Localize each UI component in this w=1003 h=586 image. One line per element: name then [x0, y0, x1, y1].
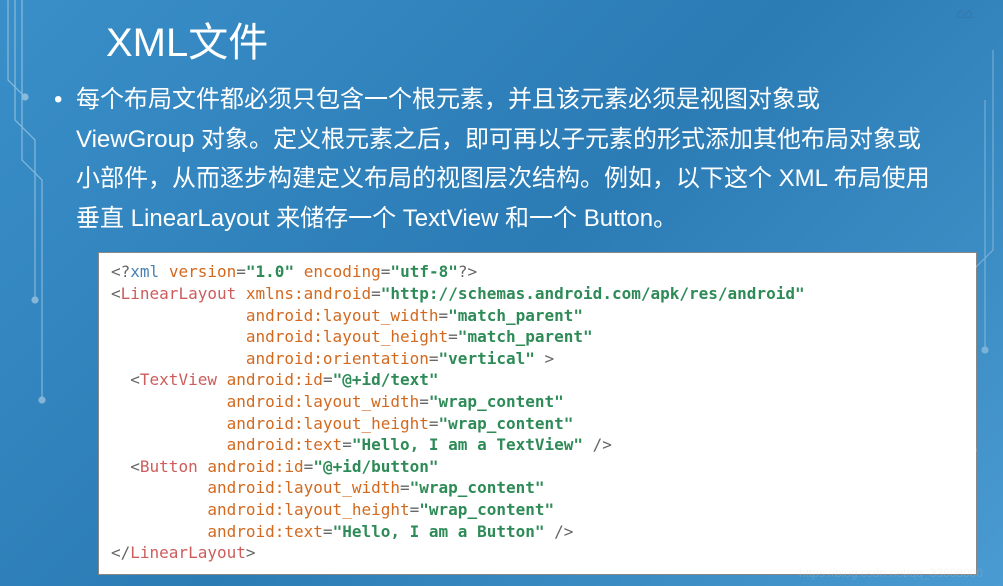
slide-title: XML文件 — [0, 0, 1003, 80]
watermark-logo: ⌂⌂ — [956, 5, 973, 21]
code-block: <?xml version="1.0" encoding="utf-8"?> <… — [98, 252, 977, 574]
watermark-url: https://blog.csdn.net/qq_33608000 — [799, 566, 983, 580]
bullet-paragraph: 每个布局文件都必须只包含一个根元素，并且该元素必须是视图对象或 ViewGrou… — [0, 80, 1003, 238]
